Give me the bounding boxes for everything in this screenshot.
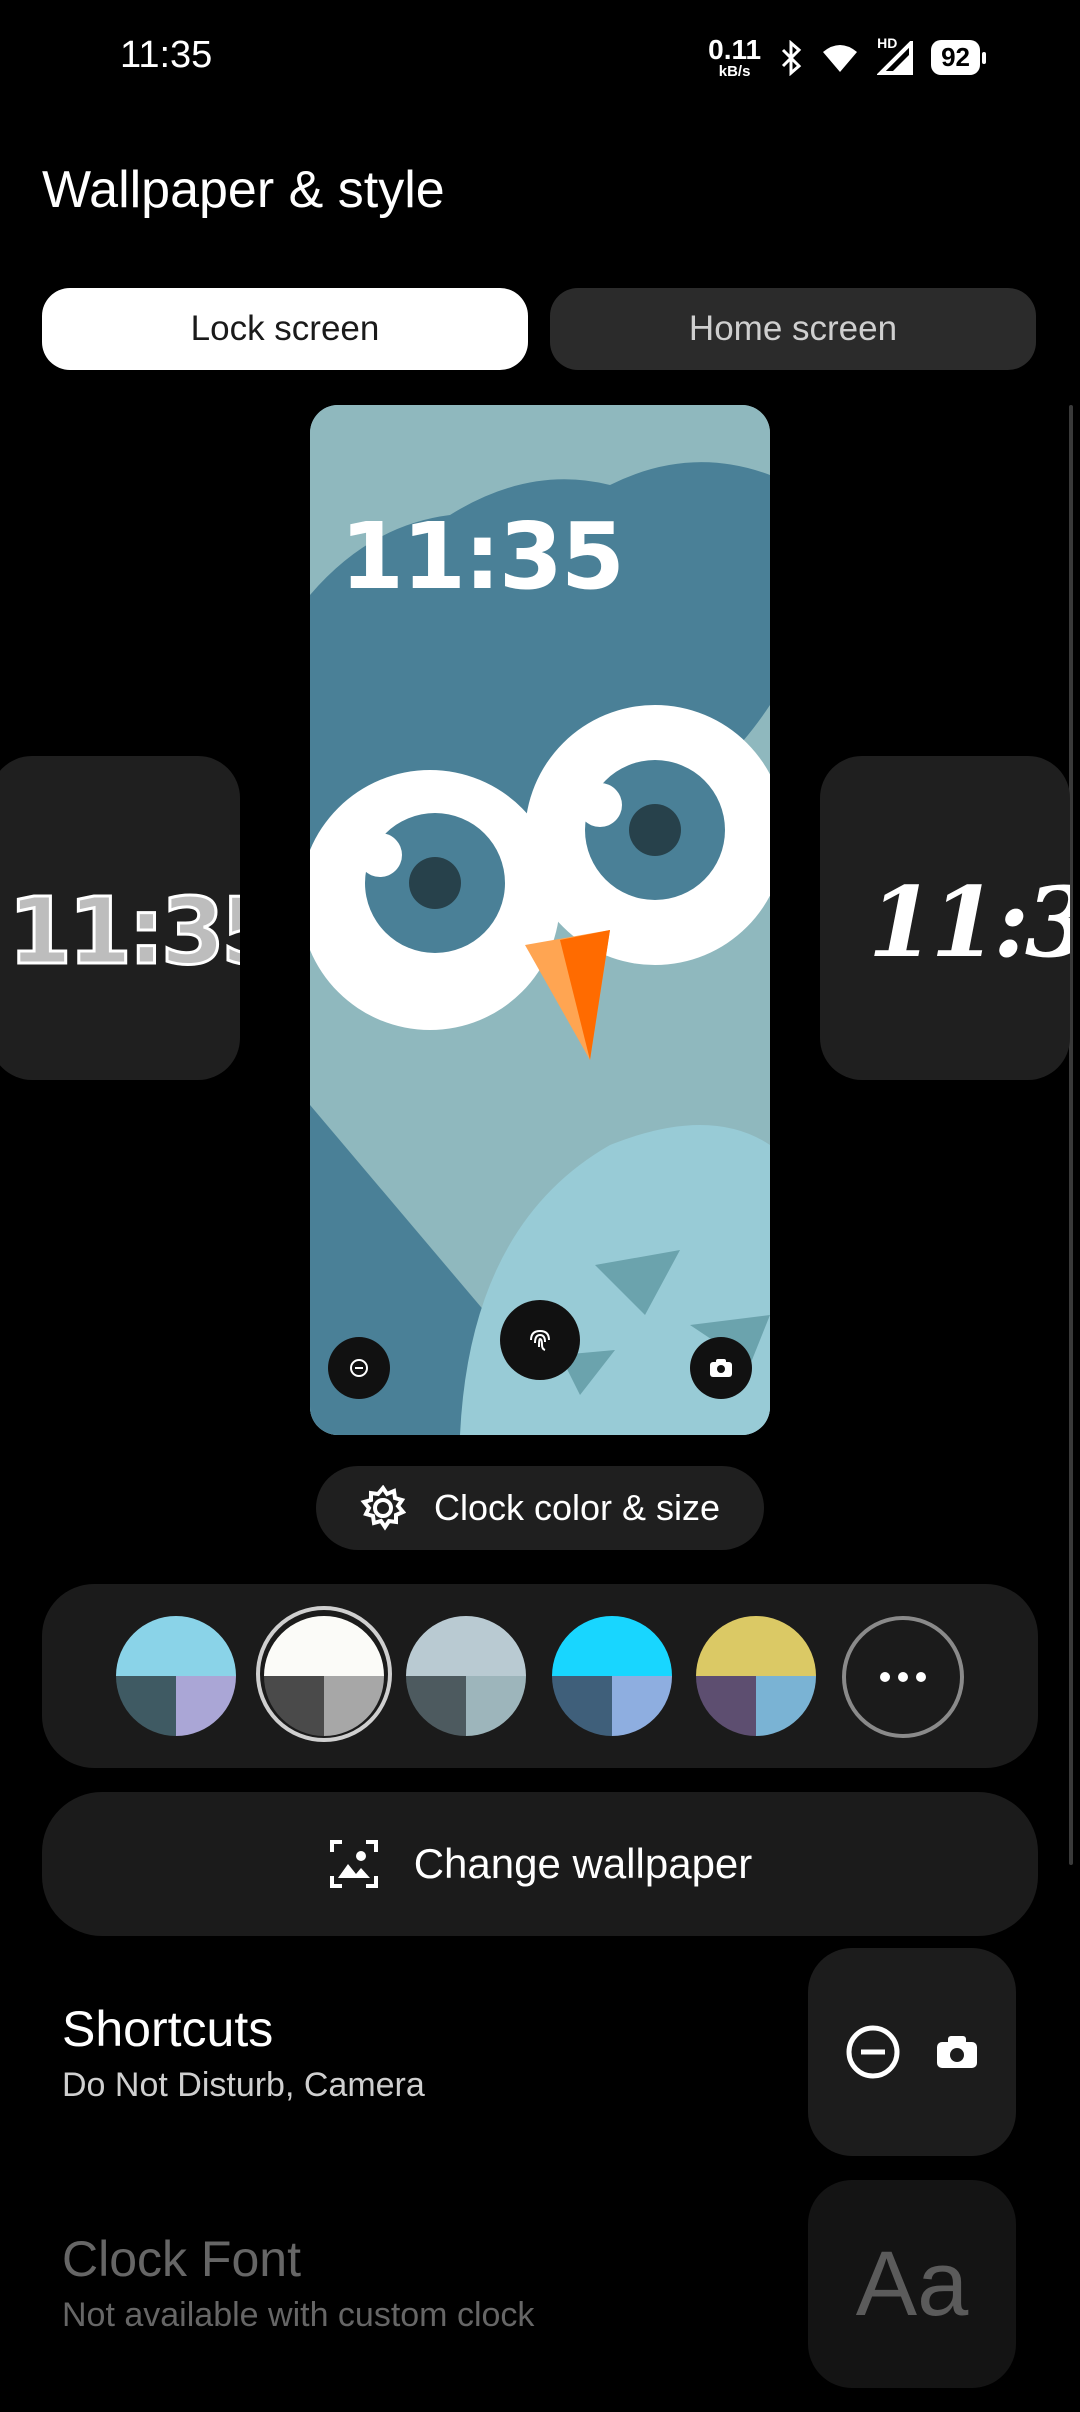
signal-icon: HD <box>877 35 914 75</box>
clock-font-row: Clock Font Not available with custom clo… <box>62 2230 534 2335</box>
preview-clock: 11:35 <box>340 503 625 610</box>
clock-option-serif[interactable]: 11:35 <box>820 756 1070 1080</box>
clock-option-serif-text: 11:35 <box>868 866 1070 979</box>
tab-lock-screen[interactable]: Lock screen <box>42 288 528 370</box>
page-title: Wallpaper & style <box>42 161 445 219</box>
camera-icon <box>710 1359 732 1377</box>
camera-icon <box>937 2036 977 2068</box>
do-not-disturb-icon <box>846 2025 900 2079</box>
network-speed-unit: kB/s <box>718 63 751 80</box>
battery-icon: 92 <box>931 40 986 75</box>
gear-icon <box>360 1485 406 1531</box>
wifi-icon <box>823 44 858 72</box>
color-option-2-selected[interactable] <box>264 1616 384 1736</box>
clock-font-preview-text: Aa <box>855 2232 969 2335</box>
lock-screen-preview[interactable]: 11:35 <box>310 405 770 1435</box>
color-option-1[interactable] <box>116 1616 236 1736</box>
bluetooth-icon <box>782 39 802 76</box>
do-not-disturb-icon <box>350 1359 368 1377</box>
clock-option-bubble[interactable]: 11:35 <box>0 756 240 1080</box>
network-speed-value: 0.11 <box>708 34 762 65</box>
clock-option-bubble-text: 11:35 <box>7 877 240 987</box>
status-icons: 0.11 kB/s HD 92 <box>708 34 986 80</box>
shortcuts-subtitle: Do Not Disturb, Camera <box>62 2066 425 2104</box>
preview-fingerprint <box>500 1300 580 1380</box>
shortcuts-preview-tile[interactable] <box>808 1948 1016 2156</box>
color-option-4[interactable] <box>552 1616 672 1736</box>
change-wallpaper-label: Change wallpaper <box>413 1840 753 1887</box>
wallpaper-icon <box>329 1840 378 1888</box>
fingerprint-icon <box>530 1329 550 1351</box>
preview-dnd-shortcut <box>328 1337 390 1399</box>
network-speed: 0.11 kB/s <box>708 34 762 80</box>
clock-font-subtitle: Not available with custom clock <box>62 2296 535 2334</box>
preview-camera-shortcut <box>690 1337 752 1399</box>
shortcuts-title: Shortcuts <box>62 2001 274 2057</box>
tab-home-screen[interactable]: Home screen <box>550 288 1036 370</box>
clock-font-title: Clock Font <box>62 2231 301 2287</box>
shortcuts-row[interactable]: Shortcuts Do Not Disturb, Camera <box>62 2000 425 2105</box>
change-wallpaper-button[interactable]: Change wallpaper <box>42 1792 1038 1936</box>
color-option-5[interactable] <box>696 1616 816 1736</box>
clock-color-size-label: Clock color & size <box>433 1487 721 1528</box>
color-option-3[interactable] <box>406 1616 526 1736</box>
clock-color-size-button[interactable]: Clock color & size <box>316 1466 764 1550</box>
more-horizontal-icon <box>880 1672 890 1682</box>
more-colors-button[interactable] <box>842 1616 964 1738</box>
scrollbar[interactable] <box>1069 405 1073 1865</box>
status-time: 11:35 <box>120 34 213 76</box>
clock-font-preview-tile: Aa <box>808 2180 1016 2388</box>
